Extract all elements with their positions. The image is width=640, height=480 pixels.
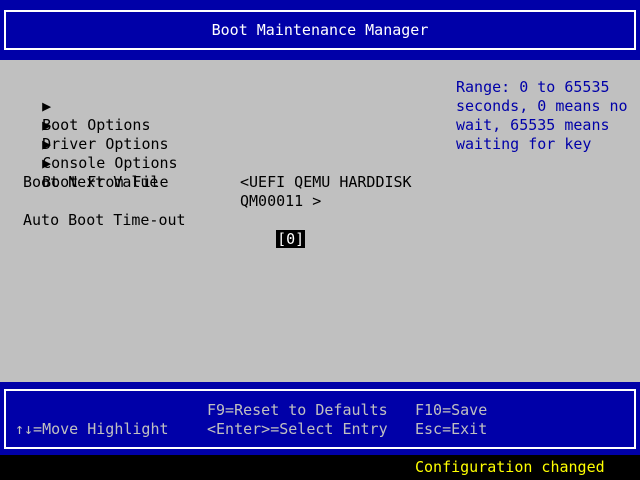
- exit-hint: Esc=Exit: [415, 420, 488, 438]
- help-text-line: seconds, 0 means no: [456, 97, 628, 115]
- auto-boot-field[interactable]: [0]: [240, 211, 306, 268]
- help-text-line: waiting for key: [456, 135, 592, 153]
- bios-screen: Boot Maintenance Manager ▶ Boot Options …: [0, 0, 640, 480]
- boot-next-value-cont[interactable]: QM00011 >: [240, 192, 321, 211]
- save-hint: F10=Save: [415, 401, 488, 419]
- right-triangle-icon: ▶: [42, 154, 52, 172]
- boot-next-label: Boot Next Value: [23, 173, 159, 191]
- auto-boot-label: Auto Boot Time-out: [23, 211, 186, 229]
- help-text-line: wait, 65535 means: [456, 116, 610, 134]
- select-entry-hint: <Enter>=Select Entry: [207, 420, 388, 438]
- reset-defaults-hint: F9=Reset to Defaults: [207, 401, 388, 419]
- boot-next-value[interactable]: <UEFI QEMU HARDDISK: [240, 173, 412, 192]
- page-title: Boot Maintenance Manager: [211, 21, 429, 39]
- auto-boot-value[interactable]: [0]: [276, 230, 306, 248]
- help-text-line: Range: 0 to 65535: [456, 78, 610, 96]
- move-highlight-hint: ↑↓=Move Highlight: [15, 420, 169, 438]
- status-message: Configuration changed: [415, 458, 605, 476]
